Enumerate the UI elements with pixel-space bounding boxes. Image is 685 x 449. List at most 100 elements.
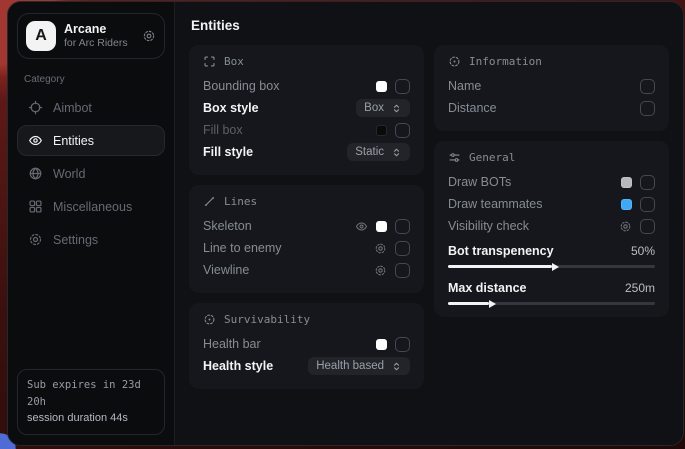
sidebar-item-entities[interactable]: Entities: [17, 125, 165, 156]
sub-expires-text: Sub expires in 23d 20h: [27, 377, 155, 410]
health-bar-row: Health bar: [203, 333, 410, 355]
visibility-check-row: Visibility check: [448, 215, 655, 237]
sliders-icon: [448, 151, 461, 164]
health-bar-color-swatch[interactable]: [376, 339, 387, 350]
row-label: Draw teammates: [448, 197, 542, 211]
sidebar-item-label: Aimbot: [53, 101, 92, 115]
draw-bots-checkbox[interactable]: [640, 175, 655, 190]
lines-panel: Lines Skeleton Line to enemy: [189, 185, 424, 293]
distance-checkbox[interactable]: [640, 101, 655, 116]
draw-teammates-row: Draw teammates: [448, 193, 655, 215]
row-label: Bounding box: [203, 79, 279, 93]
box-panel: Box Bounding box Box style Box: [189, 45, 424, 175]
updown-arrows-icon: [391, 103, 402, 114]
row-label: Visibility check: [448, 219, 529, 233]
bounding-box-row: Bounding box: [203, 75, 410, 97]
slider-thumb[interactable]: [552, 263, 559, 271]
updown-arrows-icon: [391, 361, 402, 372]
sidebar-item-settings[interactable]: Settings: [17, 224, 165, 255]
row-label: Box style: [203, 101, 259, 115]
panel-title: Information: [469, 55, 542, 68]
left-column: Box Bounding box Box style Box: [189, 45, 424, 389]
visibility-eye-icon[interactable]: [355, 220, 368, 233]
skeleton-checkbox[interactable]: [395, 219, 410, 234]
visibility-check-checkbox[interactable]: [640, 219, 655, 234]
page-title: Entities: [191, 18, 667, 33]
options-gear-icon[interactable]: [374, 264, 387, 277]
survivability-icon: [203, 313, 216, 326]
row-label: Name: [448, 79, 481, 93]
main-content: Entities Box Bounding box: [175, 2, 683, 445]
slider-value: 50%: [631, 244, 655, 258]
app-title: Arcane: [64, 22, 128, 38]
sidebar-item-label: Settings: [53, 233, 98, 247]
row-label: Health style: [203, 359, 273, 373]
bounding-box-checkbox[interactable]: [395, 79, 410, 94]
row-label: Skeleton: [203, 219, 252, 233]
skeleton-color-swatch[interactable]: [376, 221, 387, 232]
bot-transparency-slider[interactable]: [448, 265, 655, 268]
max-distance-slider[interactable]: [448, 302, 655, 305]
sidebar-item-label: Entities: [53, 134, 94, 148]
slider-label: Bot transpenency: [448, 244, 554, 258]
information-icon: [448, 55, 461, 68]
globe-icon: [28, 166, 43, 181]
fill-style-dropdown[interactable]: Static: [347, 143, 410, 161]
options-gear-icon[interactable]: [374, 242, 387, 255]
subscription-card: Sub expires in 23d 20h session duration …: [17, 369, 165, 435]
panel-title: Survivability: [224, 313, 310, 326]
sidebar-item-miscellaneous[interactable]: Miscellaneous: [17, 191, 165, 222]
draw-teammates-checkbox[interactable]: [640, 197, 655, 212]
fill-box-checkbox[interactable]: [395, 123, 410, 138]
sidebar-nav: Aimbot Entities World Miscellaneous Sett…: [17, 92, 165, 255]
row-label: Viewline: [203, 263, 249, 277]
distance-row: Distance: [448, 97, 655, 119]
slider-thumb[interactable]: [489, 300, 496, 308]
settings-gear-icon[interactable]: [142, 29, 156, 43]
fill-style-row: Fill style Static: [203, 141, 410, 163]
sidebar-item-label: World: [53, 167, 85, 181]
category-label: Category: [24, 74, 158, 85]
draw-bots-color-swatch[interactable]: [621, 177, 632, 188]
gear-icon: [28, 232, 43, 247]
row-label: Line to enemy: [203, 241, 282, 255]
box-style-row: Box style Box: [203, 97, 410, 119]
line-to-enemy-checkbox[interactable]: [395, 241, 410, 256]
health-style-row: Health style Health based: [203, 355, 410, 377]
row-label: Health bar: [203, 337, 261, 351]
fill-box-row: Fill box: [203, 119, 410, 141]
sidebar-item-label: Miscellaneous: [53, 200, 132, 214]
bot-transparency-slider-block: Bot transpenency 50%: [448, 244, 655, 268]
grid-icon: [28, 199, 43, 214]
max-distance-slider-block: Max distance 250m: [448, 281, 655, 305]
viewline-checkbox[interactable]: [395, 263, 410, 278]
survivability-panel: Survivability Health bar Health style: [189, 303, 424, 389]
sidebar: A Arcane for Arc Riders Category Aimbot …: [8, 2, 175, 445]
name-row: Name: [448, 75, 655, 97]
box-style-dropdown[interactable]: Box: [356, 99, 410, 117]
name-checkbox[interactable]: [640, 79, 655, 94]
sidebar-item-world[interactable]: World: [17, 158, 165, 189]
sidebar-item-aimbot[interactable]: Aimbot: [17, 92, 165, 123]
fill-box-color-swatch[interactable]: [376, 125, 387, 136]
health-bar-checkbox[interactable]: [395, 337, 410, 352]
viewline-row: Viewline: [203, 259, 410, 281]
row-label: Fill style: [203, 145, 253, 159]
row-label: Fill box: [203, 123, 243, 137]
draw-teammates-color-swatch[interactable]: [621, 199, 632, 210]
line-icon: [203, 195, 216, 208]
crosshair-icon: [28, 100, 43, 115]
slider-value: 250m: [625, 281, 655, 295]
information-panel: Information Name Distance: [434, 45, 669, 131]
session-duration-text: session duration 44s: [27, 410, 155, 427]
eye-icon: [28, 133, 43, 148]
skeleton-row: Skeleton: [203, 215, 410, 237]
bounding-box-color-swatch[interactable]: [376, 81, 387, 92]
app-window: A Arcane for Arc Riders Category Aimbot …: [7, 1, 684, 446]
updown-arrows-icon: [391, 147, 402, 158]
options-gear-icon[interactable]: [619, 220, 632, 233]
slider-label: Max distance: [448, 281, 527, 295]
health-style-dropdown[interactable]: Health based: [308, 357, 410, 375]
panel-title: Box: [224, 55, 244, 68]
row-label: Draw BOTs: [448, 175, 511, 189]
